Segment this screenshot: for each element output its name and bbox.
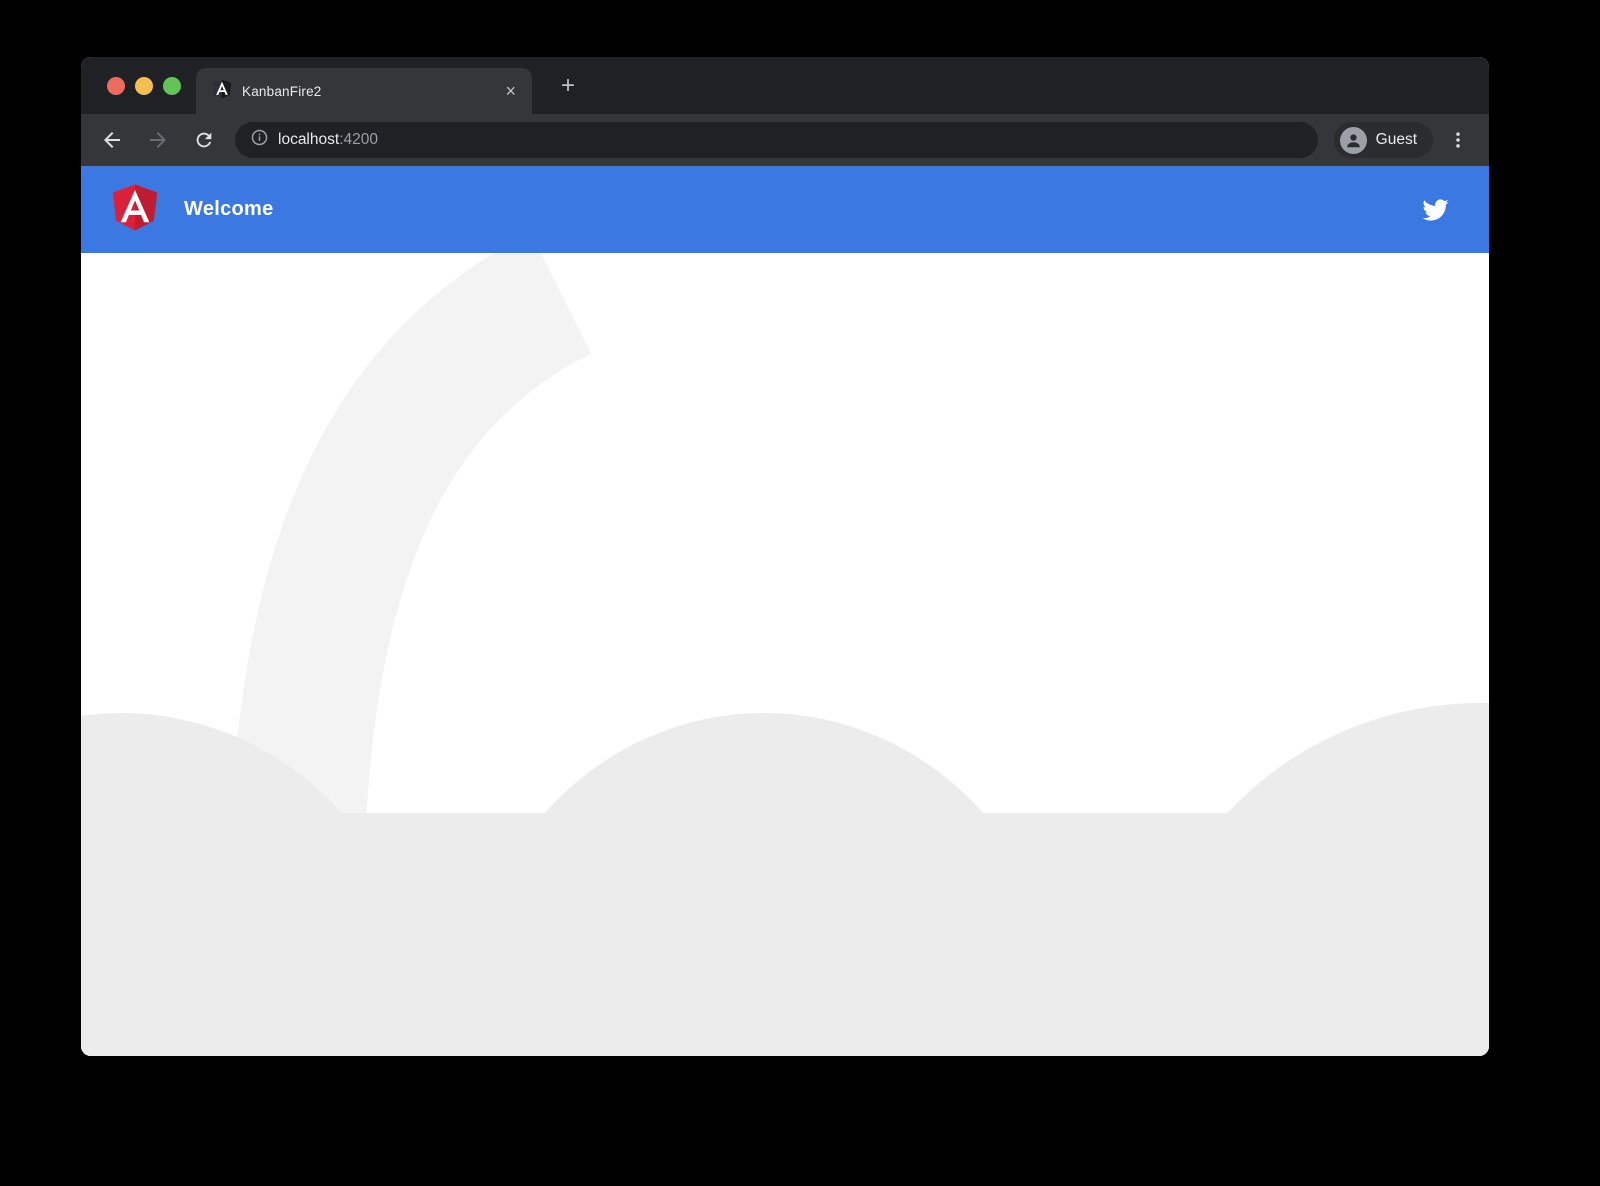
browser-menu-button[interactable] bbox=[1443, 125, 1473, 155]
back-arrow-icon bbox=[100, 128, 124, 152]
tab-strip: KanbanFire2 × + bbox=[81, 57, 1489, 114]
browser-window: KanbanFire2 × + localhost:4200 Guest bbox=[81, 57, 1489, 1056]
fullscreen-window-button[interactable] bbox=[163, 77, 181, 95]
background-artwork bbox=[81, 253, 1489, 1056]
site-info-icon[interactable] bbox=[251, 129, 268, 151]
reload-button[interactable] bbox=[189, 125, 219, 155]
browser-toolbar: localhost:4200 Guest bbox=[81, 114, 1489, 166]
back-button[interactable] bbox=[97, 125, 127, 155]
page-title: Welcome bbox=[184, 198, 274, 221]
profile-chip[interactable]: Guest bbox=[1334, 122, 1433, 158]
twitter-icon bbox=[1420, 197, 1451, 223]
angular-logo-icon bbox=[112, 183, 158, 237]
address-bar[interactable]: localhost:4200 bbox=[235, 122, 1318, 158]
twitter-link[interactable] bbox=[1420, 197, 1451, 223]
url-port: :4200 bbox=[339, 131, 378, 149]
forward-arrow-icon bbox=[146, 128, 170, 152]
reload-icon bbox=[193, 129, 215, 151]
kebab-menu-icon bbox=[1448, 130, 1468, 150]
minimize-window-button[interactable] bbox=[135, 77, 153, 95]
tab-title: KanbanFire2 bbox=[242, 84, 322, 99]
guest-avatar-icon bbox=[1340, 127, 1367, 154]
profile-label: Guest bbox=[1376, 131, 1417, 149]
tab-close-icon[interactable]: × bbox=[505, 82, 516, 100]
angular-favicon-icon bbox=[212, 79, 232, 104]
window-controls bbox=[107, 77, 181, 95]
forward-button[interactable] bbox=[143, 125, 173, 155]
app-toolbar: Welcome bbox=[81, 166, 1489, 253]
browser-tab[interactable]: KanbanFire2 × bbox=[196, 68, 532, 114]
url-host: localhost bbox=[278, 131, 339, 149]
page-content: kanban-fire app is running! Resources He… bbox=[81, 253, 1489, 1056]
close-window-button[interactable] bbox=[107, 77, 125, 95]
new-tab-button[interactable]: + bbox=[553, 71, 583, 101]
